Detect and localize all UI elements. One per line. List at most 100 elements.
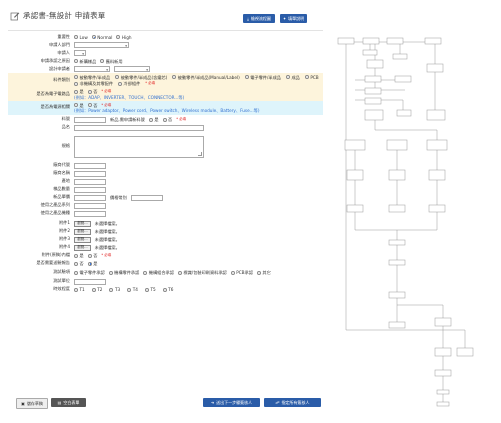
- ee-part-no-radio[interactable]: 否: [87, 89, 97, 94]
- origin-input[interactable]: [74, 178, 106, 185]
- designer-dept-select[interactable]: ▾: [74, 66, 110, 72]
- browse-button[interactable]: 瀏覽...: [74, 236, 91, 243]
- method-new-radio[interactable]: 新購樣品: [74, 59, 96, 64]
- attachment-row: 附件2 瀏覽... 未選擇檔案。: [58, 228, 120, 235]
- chevron-down-icon: ▾: [125, 44, 127, 48]
- power-part-no-radio[interactable]: 否: [87, 103, 97, 108]
- method-row: 申請承認之原因 新購樣品 舊料新用: [40, 57, 123, 64]
- flow-node: [344, 139, 366, 151]
- category-option-8[interactable]: 冷卻組件: [118, 81, 140, 86]
- importance-high-radio[interactable]: High: [116, 35, 132, 40]
- test-item-option-3[interactable]: 機構組合承認: [143, 270, 174, 275]
- send-next-approver-button[interactable]: ➜ 送出下一步驟簽核人: [203, 398, 260, 407]
- priority-t5-radio[interactable]: T5: [144, 287, 156, 292]
- file-status: 未選擇檔案。: [94, 229, 120, 234]
- priority-t2-radio[interactable]: T2: [91, 287, 102, 292]
- applicant-select[interactable]: ▾: [74, 50, 86, 56]
- category-option-3[interactable]: 被動零件/半成品(Manual/Label): [172, 75, 240, 80]
- test-item-option-6[interactable]: 其它: [256, 270, 271, 275]
- category-option-6[interactable]: PCB: [304, 75, 319, 80]
- ee-part-row: 是否為電子電路品 是 否 * 必填 (例如：ADAP、INVERTER、TOUC…: [8, 87, 323, 101]
- document-icon: ▤: [57, 400, 62, 405]
- send-test-no-radio[interactable]: 否: [74, 261, 84, 266]
- priority-t1-radio[interactable]: T1: [74, 287, 85, 292]
- designer-name-select[interactable]: ▾: [114, 66, 150, 72]
- part-no-row: 料號 新品,需申請新料號 是 否 * 必填: [61, 116, 187, 123]
- importance-low-radio[interactable]: Low: [74, 35, 88, 40]
- applied-series-row: 使用之產品系列: [8, 202, 323, 210]
- flow-node: [388, 291, 406, 299]
- priority-row: 時效程度 T1 T2 T3 T4 T5 T6: [53, 286, 174, 292]
- importance-normal-radio[interactable]: Normal: [91, 35, 112, 40]
- flow-node: [394, 75, 412, 83]
- flow-node: [364, 87, 382, 95]
- blank-form-button[interactable]: ▤ 空白表單: [51, 398, 86, 407]
- flow-node: [436, 389, 450, 395]
- required-marker: * 必填: [101, 253, 112, 257]
- attach-inside-row: 附件(原稿)內檔 是 否 * 必填: [41, 252, 112, 258]
- new-part-no-radio[interactable]: 否: [162, 117, 172, 122]
- test-item-option-4[interactable]: 標識/包裝印刷資料承認: [177, 270, 227, 275]
- test-item-option-5[interactable]: PCB承認: [230, 270, 253, 275]
- vendor-name-input[interactable]: [74, 170, 106, 177]
- priority-t6-radio[interactable]: T6: [162, 287, 173, 292]
- part-name-input[interactable]: [74, 124, 204, 131]
- flow-node: [388, 259, 406, 266]
- attach-inside-no-radio[interactable]: 否: [87, 253, 97, 258]
- priority-t4-radio[interactable]: T4: [127, 287, 138, 292]
- send-test-yes-radio[interactable]: 是: [87, 261, 97, 266]
- flow-node: [388, 239, 406, 246]
- flow-node: [364, 75, 382, 83]
- test-item-option-1[interactable]: 電子零件承認: [74, 270, 105, 275]
- currency-input[interactable]: [130, 194, 163, 201]
- applied-series-input[interactable]: [74, 202, 106, 209]
- category-option-4[interactable]: 電子零件/半成品: [244, 75, 281, 80]
- flow-node: [456, 347, 474, 357]
- part-no-input[interactable]: [74, 116, 106, 123]
- assign-approvers-button[interactable]: ☍ 指定所有簽核人: [264, 398, 321, 407]
- test-unit-input[interactable]: [74, 278, 106, 285]
- file-status: 未選擇檔案。: [94, 221, 120, 226]
- view-flowchart-button[interactable]: ⤓ 檢視流程圖: [243, 14, 275, 23]
- browse-button[interactable]: 瀏覽...: [74, 228, 91, 235]
- applied-model-input[interactable]: [74, 210, 106, 217]
- form-help-button[interactable]: ✦ 填單說明: [280, 14, 307, 23]
- spec-row: 規格: [8, 132, 323, 162]
- ee-part-note: (例如：ADAP、INVERTER、TOUCH、CONNECTOR...等): [74, 94, 185, 100]
- flow-node: [392, 53, 408, 60]
- priority-t3-radio[interactable]: T3: [109, 287, 120, 292]
- sample-qty-input[interactable]: [74, 186, 106, 193]
- applied-model-row: 使用之產品機種: [8, 210, 323, 218]
- sample-qty-row: 樣品數量: [8, 186, 323, 194]
- ee-part-yes-radio[interactable]: 是: [74, 89, 84, 94]
- method-reuse-radio[interactable]: 舊料新用: [100, 59, 123, 64]
- flow-node: [386, 139, 408, 151]
- chevron-down-icon: ▾: [146, 68, 148, 72]
- designer-row: 設計申請者 ▾ ▾: [49, 65, 150, 72]
- browse-button[interactable]: 瀏覽...: [74, 220, 91, 227]
- workflow-diagram: [337, 37, 474, 407]
- file-status: 未選擇檔案。: [94, 237, 120, 242]
- category-option-7[interactable]: 非機構及其零配件: [74, 81, 113, 86]
- new-part-yes-radio[interactable]: 是: [148, 117, 159, 122]
- dept-select[interactable]: ▾: [74, 42, 129, 48]
- flow-nodes: [337, 37, 474, 407]
- category-option-5[interactable]: 成品: [285, 75, 300, 80]
- browse-button[interactable]: 瀏覽...: [74, 244, 91, 251]
- spec-textarea[interactable]: [74, 135, 204, 158]
- save-draft-button[interactable]: ▣ 儲存草稿: [16, 398, 48, 409]
- unit-price-input[interactable]: [74, 194, 106, 201]
- vendor-code-input[interactable]: [74, 162, 106, 169]
- attach-inside-yes-radio[interactable]: 是: [74, 253, 84, 258]
- page-title: 承認書-無設計 申請表單: [23, 11, 106, 20]
- importance-row: 重要性 Low Normal High: [57, 33, 132, 40]
- flow-node: [388, 321, 406, 329]
- required-marker: * 必填: [145, 81, 156, 85]
- flow-node: [434, 347, 452, 357]
- test-item-option-2[interactable]: 機構零件承認: [108, 270, 139, 275]
- flow-node: [426, 109, 446, 121]
- category-option-1[interactable]: 被動零件/半成品: [74, 75, 110, 80]
- category-option-2[interactable]: 被動零件/半成品(含鐵芯): [115, 75, 167, 80]
- power-part-yes-radio[interactable]: 是: [74, 103, 84, 108]
- flow-node: [436, 401, 450, 407]
